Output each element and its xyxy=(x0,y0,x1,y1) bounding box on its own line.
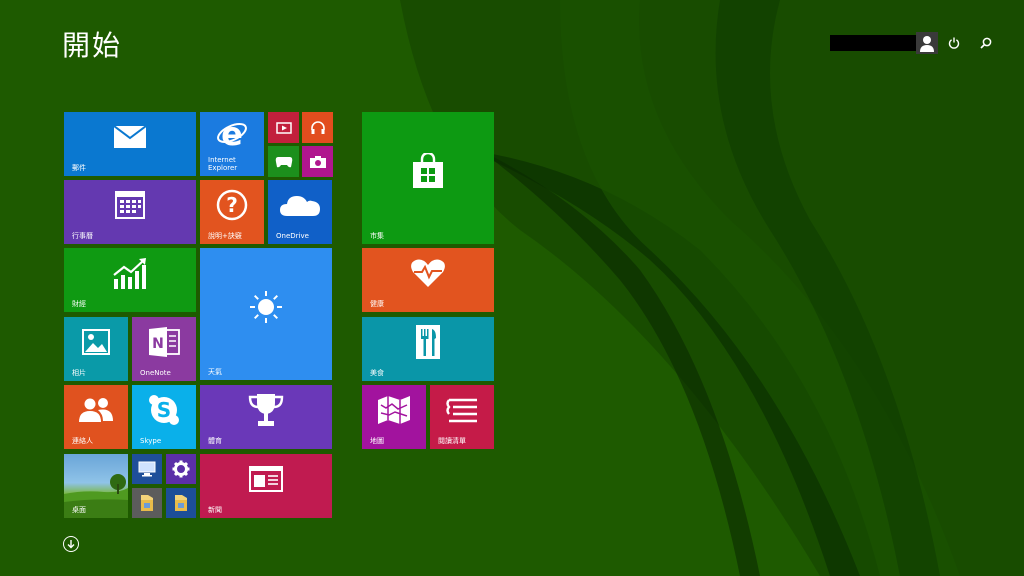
tile-finance[interactable]: 財經 xyxy=(64,248,196,312)
tile-label: 行事曆 xyxy=(72,232,93,240)
calendar-icon xyxy=(64,180,196,230)
tile-video[interactable] xyxy=(268,112,299,143)
svg-text:N: N xyxy=(152,336,164,352)
user-avatar-icon[interactable] xyxy=(916,32,938,54)
tile-food-drink[interactable]: 美食 xyxy=(362,317,494,381)
tile-settings[interactable] xyxy=(166,454,196,484)
tile-label: 健康 xyxy=(370,300,384,308)
gamepad-icon xyxy=(268,146,299,177)
video-icon xyxy=(268,112,299,143)
tile-label: Skype xyxy=(140,437,162,445)
folder-icon xyxy=(166,488,196,518)
mail-icon xyxy=(64,112,196,162)
tile-sports[interactable]: 體育 xyxy=(200,385,332,449)
tile-music[interactable] xyxy=(302,112,333,143)
onenote-icon: N xyxy=(132,317,196,367)
user-name-box[interactable] xyxy=(830,35,916,51)
tile-calendar[interactable]: 行事曆 xyxy=(64,180,196,244)
sun-icon xyxy=(200,248,332,366)
camera-icon xyxy=(302,146,333,177)
photos-icon xyxy=(64,317,128,367)
store-bag-icon xyxy=(362,112,494,230)
tile-label: Internet Explorer xyxy=(208,156,238,172)
top-bar xyxy=(830,32,1002,54)
tile-label: 地圖 xyxy=(370,437,384,445)
folder-icon xyxy=(132,488,162,518)
search-icon[interactable] xyxy=(970,32,1002,54)
tile-label: OneDrive xyxy=(276,232,309,240)
tile-label: 相片 xyxy=(72,369,86,377)
fork-knife-icon xyxy=(362,317,494,367)
start-title: 開始 xyxy=(62,29,123,62)
people-icon xyxy=(64,385,128,435)
tile-label: 說明+訣竅 xyxy=(208,232,242,240)
tile-file-explorer[interactable] xyxy=(132,488,162,518)
tile-label: 天氣 xyxy=(208,368,222,376)
all-apps-arrow-icon[interactable] xyxy=(63,536,79,552)
headphones-icon xyxy=(302,112,333,143)
tile-label: OneNote xyxy=(140,369,171,377)
tile-onedrive[interactable]: OneDrive xyxy=(268,180,332,244)
tile-label: 郵件 xyxy=(72,164,86,172)
svg-text:?: ? xyxy=(226,193,238,217)
tile-desktop[interactable]: 桌面 xyxy=(64,454,128,518)
tile-label: 新聞 xyxy=(208,506,222,514)
tile-weather[interactable]: 天氣 xyxy=(200,248,332,380)
tile-news[interactable]: 新聞 xyxy=(200,454,332,518)
internet-explorer-icon: e xyxy=(200,118,264,150)
svg-text:e: e xyxy=(221,118,243,150)
tile-reading-list[interactable]: 閱讀清單 xyxy=(430,385,494,449)
tile-photos[interactable]: 相片 xyxy=(64,317,128,381)
tile-skype[interactable]: S Skype xyxy=(132,385,196,449)
tile-label: 閱讀清單 xyxy=(438,437,466,445)
reading-list-icon xyxy=(430,385,494,435)
tile-label: 市集 xyxy=(370,232,384,240)
computer-icon xyxy=(132,454,162,484)
tile-maps[interactable]: 地圖 xyxy=(362,385,426,449)
tile-file-explorer-2[interactable] xyxy=(166,488,196,518)
skype-icon: S xyxy=(132,385,196,435)
trophy-icon xyxy=(200,385,332,435)
tile-this-pc[interactable] xyxy=(132,454,162,484)
tile-label: 美食 xyxy=(370,369,384,377)
tile-label: 體育 xyxy=(208,437,222,445)
tile-internet-explorer[interactable]: e Internet Explorer xyxy=(200,112,264,176)
heart-pulse-icon xyxy=(362,248,494,298)
tile-store[interactable]: 市集 xyxy=(362,112,494,244)
finance-chart-icon xyxy=(64,248,196,298)
tile-onenote[interactable]: N OneNote xyxy=(132,317,196,381)
tile-mail[interactable]: 郵件 xyxy=(64,112,196,176)
tile-label: 財經 xyxy=(72,300,86,308)
help-icon: ? xyxy=(200,180,264,230)
gear-icon xyxy=(166,454,196,484)
tile-games[interactable] xyxy=(268,146,299,177)
news-icon xyxy=(200,454,332,504)
power-icon[interactable] xyxy=(938,32,970,54)
map-icon xyxy=(362,385,426,435)
tile-people[interactable]: 連絡人 xyxy=(64,385,128,449)
tile-camera[interactable] xyxy=(302,146,333,177)
tile-label: 桌面 xyxy=(72,506,86,514)
cloud-icon xyxy=(268,180,332,230)
tile-health[interactable]: 健康 xyxy=(362,248,494,312)
tile-label: 連絡人 xyxy=(72,437,93,445)
tile-help-tips[interactable]: ? 說明+訣竅 xyxy=(200,180,264,244)
svg-text:S: S xyxy=(157,398,171,422)
